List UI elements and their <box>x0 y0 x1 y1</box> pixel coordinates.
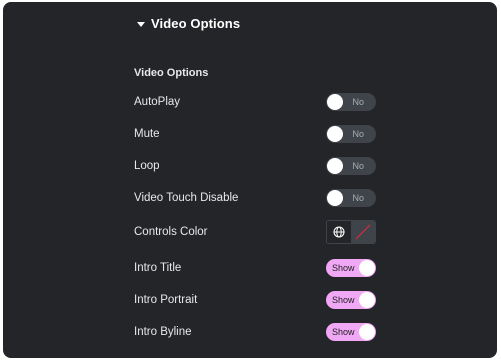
toggle-knob <box>327 126 343 142</box>
color-swatch-button[interactable] <box>351 221 375 243</box>
intro-portrait-control: Intro Portrait Show <box>134 288 376 312</box>
toggle-state-text: No <box>352 97 364 107</box>
toggle-state-text: No <box>352 129 364 139</box>
controls-color-control: Controls Color <box>134 220 376 244</box>
intro-byline-toggle[interactable]: Show <box>326 323 376 341</box>
controls-color-picker <box>326 220 376 244</box>
intro-title-label: Intro Title <box>134 262 182 274</box>
intro-portrait-label: Intro Portrait <box>134 294 198 306</box>
autoplay-label: AutoPlay <box>134 96 181 108</box>
toggle-knob <box>359 324 375 340</box>
loop-label: Loop <box>134 160 160 172</box>
caret-down-icon <box>137 21 145 27</box>
video-touch-disable-control: Video Touch Disable No <box>134 186 376 210</box>
intro-title-control: Intro Title Show <box>134 256 376 280</box>
intro-byline-control: Intro Byline Show <box>134 320 376 344</box>
loop-control: Loop No <box>134 154 376 178</box>
section-title: Video Options <box>151 16 241 31</box>
autoplay-toggle[interactable]: No <box>326 93 376 111</box>
intro-title-toggle[interactable]: Show <box>326 259 376 277</box>
toggle-state-text: No <box>352 161 364 171</box>
mute-control: Mute No <box>134 122 376 146</box>
toggle-knob <box>359 260 375 276</box>
loop-toggle[interactable]: No <box>326 157 376 175</box>
global-colors-button[interactable] <box>327 221 351 243</box>
toggle-state-text: Show <box>332 327 355 337</box>
mute-toggle[interactable]: No <box>326 125 376 143</box>
slash-icon <box>355 224 371 240</box>
toggle-knob <box>359 292 375 308</box>
mute-label: Mute <box>134 128 160 140</box>
section-header-video-options[interactable]: Video Options <box>137 16 240 31</box>
video-touch-disable-label: Video Touch Disable <box>134 192 239 204</box>
autoplay-control: AutoPlay No <box>134 90 376 114</box>
globe-icon <box>333 226 345 238</box>
toggle-state-text: No <box>352 193 364 203</box>
group-heading: Video Options <box>134 67 209 79</box>
intro-portrait-toggle[interactable]: Show <box>326 291 376 309</box>
toggle-knob <box>327 190 343 206</box>
controls-color-label: Controls Color <box>134 226 208 238</box>
video-touch-disable-toggle[interactable]: No <box>326 189 376 207</box>
toggle-knob <box>327 158 343 174</box>
toggle-knob <box>327 94 343 110</box>
toggle-state-text: Show <box>332 263 355 273</box>
intro-byline-label: Intro Byline <box>134 326 192 338</box>
toggle-state-text: Show <box>332 295 355 305</box>
settings-panel: Video Options Video Options AutoPlay No … <box>3 2 497 358</box>
